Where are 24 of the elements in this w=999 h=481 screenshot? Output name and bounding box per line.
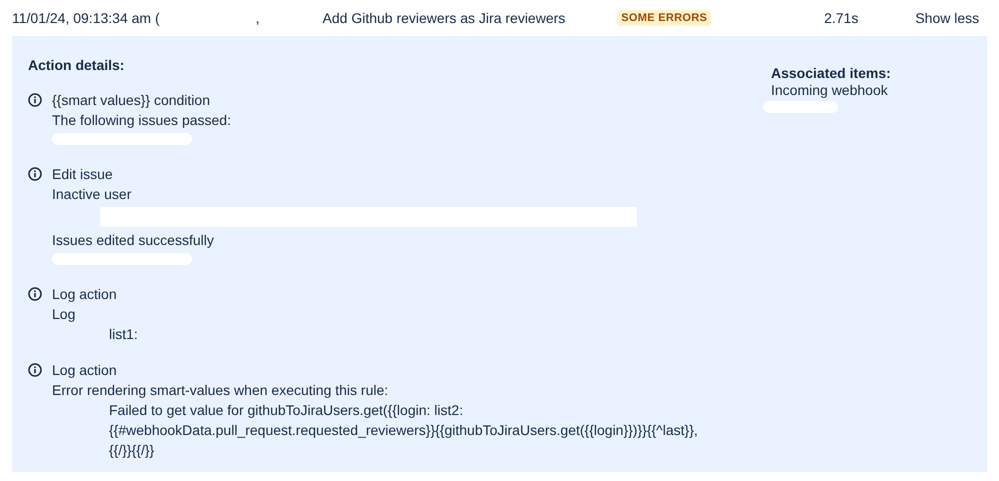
- action-title: {{smart values}} condition: [52, 91, 211, 110]
- message-text: Issues edited successfully: [52, 231, 215, 250]
- detail-text: Failed to get value for githubToJiraUsers.get({{login: list2: {{#webhookData.pull_request.requested_reviewers}}{{githubToJiraUsers.get({{login}})}}{{^last}}, {{/}}{{/}}: [109, 402, 698, 458]
- section-heading: Associated items:: [771, 64, 892, 82]
- info-icon: [28, 93, 42, 107]
- section-heading: Action details:: [28, 56, 126, 74]
- timestamp-text: ,: [256, 10, 260, 26]
- duration-text: 2.71s: [824, 10, 858, 26]
- action-title: Log action: [52, 285, 118, 304]
- message-text: Log: [52, 305, 76, 324]
- show-less-link[interactable]: Show less: [915, 10, 980, 26]
- info-icon: [28, 167, 42, 181]
- action-title: Edit issue: [52, 165, 114, 184]
- message-text: The following issues passed:: [52, 111, 231, 130]
- timestamp-text: 11/01/24, 09:13:34 am (: [12, 10, 160, 26]
- info-icon: [28, 287, 42, 301]
- detail-text: list1:: [109, 326, 138, 342]
- associated-item: Incoming webhook: [771, 82, 888, 98]
- action-title: Log action: [52, 361, 118, 380]
- info-icon: [28, 363, 42, 377]
- message-text: Error rendering smart-values when executing this rule:: [52, 381, 390, 400]
- status-badge: SOME ERRORS: [617, 10, 712, 26]
- rule-name: Add Github reviewers as Jira reviewers: [322, 10, 566, 26]
- message-text: Inactive user: [52, 185, 132, 204]
